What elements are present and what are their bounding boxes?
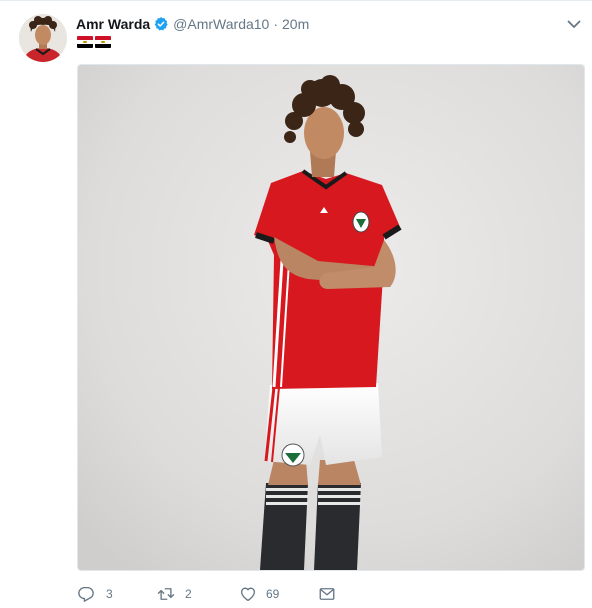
author-name[interactable]: Amr Warda [76, 16, 150, 32]
verified-badge-icon [153, 16, 169, 32]
retweet-button[interactable] [157, 585, 175, 603]
chevron-down-icon[interactable] [566, 16, 582, 32]
tweet-photo[interactable] [77, 64, 585, 571]
reply-icon [78, 586, 94, 602]
tweet-card[interactable]: Amr Warda @AmrWarda10 · 20m 3 2 69 [0, 0, 592, 608]
retweet-count: 2 [185, 587, 192, 601]
top-divider [0, 0, 592, 1]
separator-dot: · [273, 16, 279, 32]
egypt-flag-icon [77, 36, 93, 48]
avatar[interactable] [19, 14, 67, 62]
egypt-flag-icon [95, 36, 111, 48]
tweet-header: Amr Warda @AmrWarda10 · 20m [76, 14, 309, 34]
avatar-image [19, 14, 67, 62]
retweet-icon [157, 588, 175, 600]
reply-count: 3 [106, 587, 113, 601]
like-button[interactable] [239, 585, 257, 603]
author-handle[interactable]: @AmrWarda10 [173, 16, 269, 32]
envelope-icon [319, 588, 335, 600]
like-count: 69 [266, 587, 280, 601]
heart-icon [240, 587, 256, 602]
tweet-timestamp[interactable]: 20m [282, 16, 309, 32]
player-photo-image [78, 65, 584, 570]
tweet-text-flags [77, 36, 111, 48]
direct-message-button[interactable] [318, 585, 336, 603]
reply-button[interactable] [77, 585, 95, 603]
